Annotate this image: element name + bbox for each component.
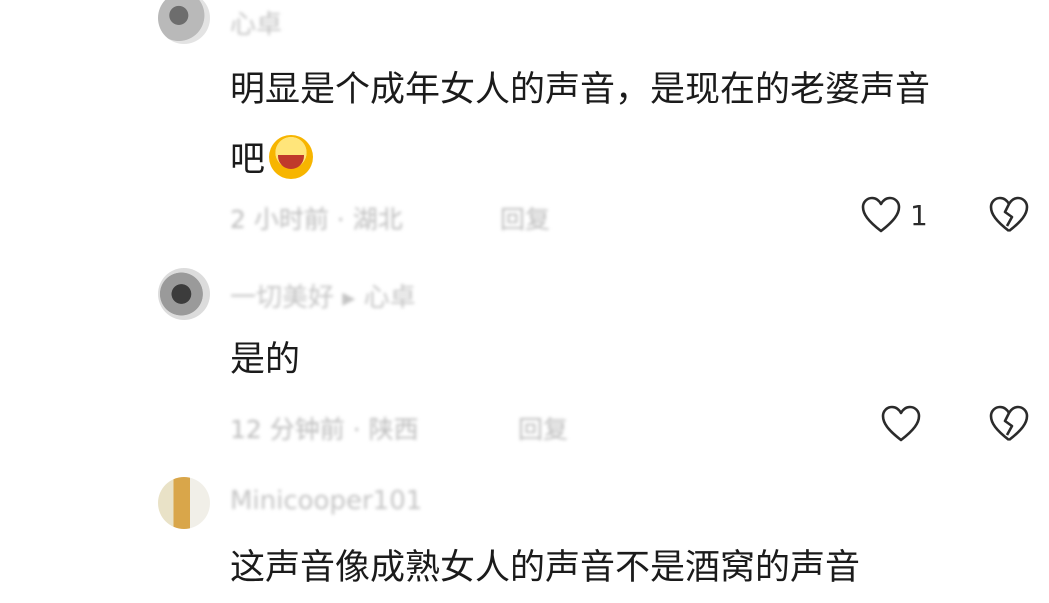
- comment-text: 明显是个成年女人的声音，是现在的老婆声音 吧: [230, 55, 930, 195]
- comment-text-line-2: 吧: [230, 125, 930, 195]
- like-count: 1: [910, 198, 928, 232]
- dislike-button[interactable]: [988, 405, 1030, 443]
- broken-heart-icon: [989, 405, 1029, 442]
- reply-button[interactable]: 回复: [518, 410, 568, 446]
- comment-meta: 12 分钟前 · 陕西: [230, 415, 419, 444]
- comment-username[interactable]: 一切美好 ▸ 心卓: [230, 277, 416, 314]
- like-button[interactable]: [880, 405, 930, 443]
- laughing-crying-emoji-icon: [269, 135, 314, 179]
- broken-heart-icon: [989, 196, 1029, 233]
- comment-text: 是的: [230, 325, 300, 395]
- like-button[interactable]: 1: [860, 196, 928, 234]
- comment-text-line: 明显是个成年女人的声音，是现在的老婆声音: [230, 70, 931, 110]
- avatar[interactable]: [158, 0, 210, 44]
- comment-text-line: 是的: [230, 340, 301, 380]
- comment-username[interactable]: Minicooper101: [230, 486, 422, 516]
- reply-button[interactable]: 回复: [500, 200, 550, 236]
- avatar[interactable]: [158, 477, 210, 529]
- heart-outline-icon: [881, 405, 921, 442]
- avatar[interactable]: [158, 268, 210, 320]
- dislike-button[interactable]: [988, 196, 1030, 234]
- comment-username[interactable]: 心卓: [230, 4, 282, 41]
- comment-meta: 2 小时前 · 湖北: [230, 205, 403, 234]
- heart-outline-icon: [861, 196, 901, 233]
